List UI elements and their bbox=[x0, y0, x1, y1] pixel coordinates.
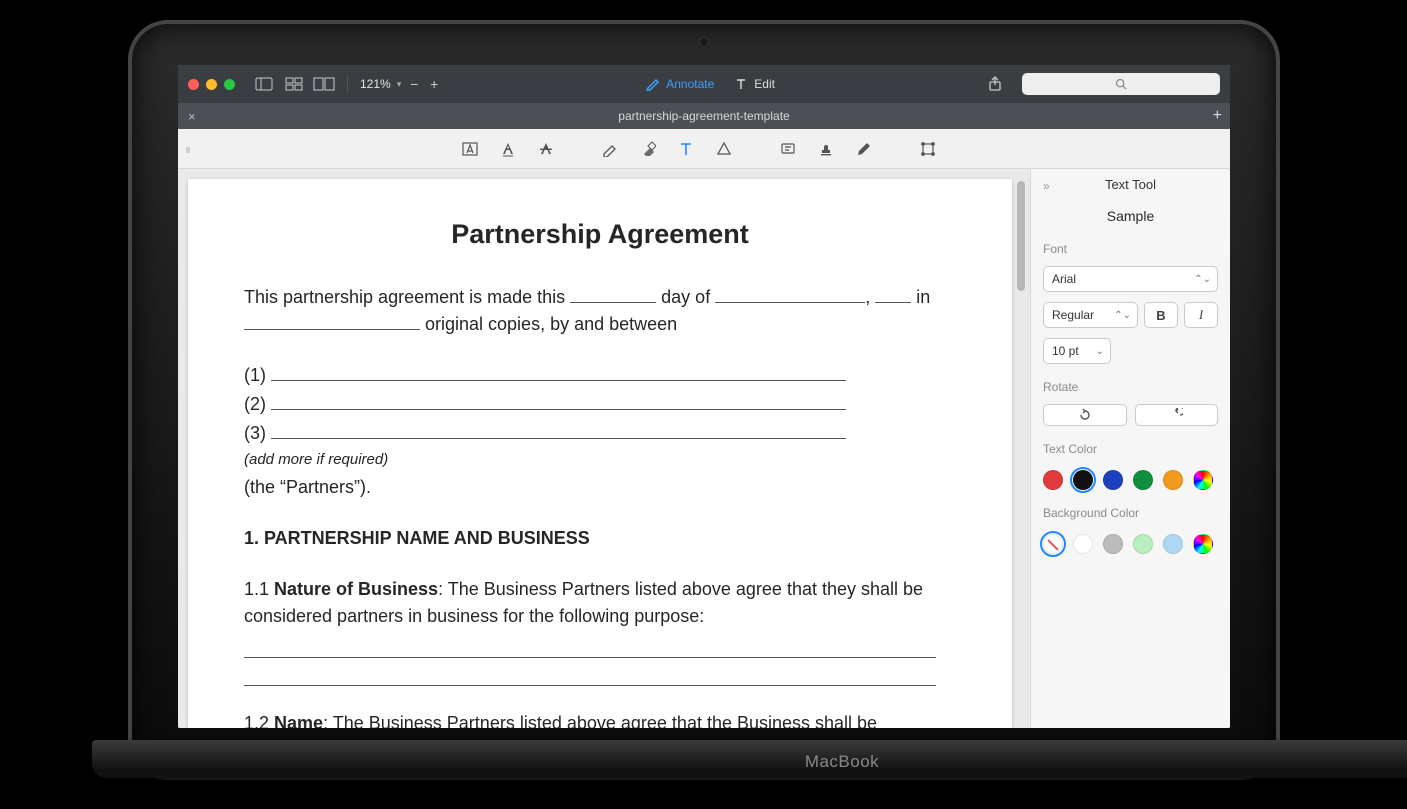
search-field[interactable] bbox=[1022, 73, 1220, 95]
rotate-ccw-button[interactable] bbox=[1043, 404, 1127, 426]
two-page-layout-icon[interactable] bbox=[313, 76, 335, 92]
background-color-swatches bbox=[1043, 534, 1218, 554]
color-swatch[interactable] bbox=[1073, 470, 1093, 490]
titlebar: 121% ▾ − + Annotate Edit bbox=[178, 65, 1230, 103]
zoom-value[interactable]: 121% bbox=[360, 77, 391, 91]
document-canvas[interactable]: Partnership Agreement This partnership a… bbox=[178, 169, 1030, 728]
background-color-label: Background Color bbox=[1043, 506, 1218, 520]
zoom-group: 121% ▾ − + bbox=[360, 76, 441, 92]
strikethrough-tool-icon[interactable] bbox=[534, 137, 558, 161]
selection-tool-icon[interactable] bbox=[916, 137, 940, 161]
color-swatch[interactable] bbox=[1193, 470, 1213, 490]
panel-sample: Sample bbox=[1043, 208, 1218, 224]
signature-tool-icon[interactable] bbox=[852, 137, 876, 161]
annotate-mode-button[interactable]: Annotate bbox=[646, 77, 714, 91]
font-size-value: 10 pt bbox=[1052, 344, 1079, 358]
thumbnails-toggle-icon[interactable] bbox=[283, 76, 305, 92]
tab-title[interactable]: partnership-agreement-template bbox=[618, 109, 789, 123]
eraser-tool-icon[interactable] bbox=[636, 137, 660, 161]
text-color-label: Text Color bbox=[1043, 442, 1218, 456]
doc-section1-heading: 1. PARTNERSHIP NAME AND BUSINESS bbox=[244, 525, 956, 552]
document-page: Partnership Agreement This partnership a… bbox=[188, 179, 1012, 728]
laptop-frame: 121% ▾ − + Annotate Edit bbox=[128, 20, 1280, 780]
scroll-hint bbox=[186, 147, 190, 153]
color-swatch[interactable] bbox=[1103, 534, 1123, 554]
pencil-tool-icon[interactable] bbox=[598, 137, 622, 161]
edit-label: Edit bbox=[754, 77, 775, 91]
note-tool-icon[interactable] bbox=[776, 137, 800, 161]
window-close-button[interactable] bbox=[188, 79, 199, 90]
chevron-updown-icon: ⌄ bbox=[1096, 346, 1104, 357]
window-minimize-button[interactable] bbox=[206, 79, 217, 90]
search-icon bbox=[1115, 78, 1127, 90]
chevron-down-icon[interactable]: ▾ bbox=[397, 79, 402, 90]
font-size-select[interactable]: 10 pt ⌄ bbox=[1043, 338, 1111, 364]
collapse-panel-icon[interactable]: » bbox=[1043, 179, 1050, 193]
app-window: 121% ▾ − + Annotate Edit bbox=[178, 65, 1230, 728]
doc-intro: This partnership agreement is made this … bbox=[244, 284, 956, 338]
stamp-tool-icon[interactable] bbox=[814, 137, 838, 161]
window-controls bbox=[188, 79, 235, 90]
annotate-label: Annotate bbox=[666, 77, 714, 91]
separator bbox=[347, 75, 348, 93]
zoom-in-button[interactable]: + bbox=[427, 76, 441, 92]
new-tab-button[interactable]: + bbox=[1213, 107, 1222, 125]
font-weight-select[interactable]: Regular ⌃⌄ bbox=[1043, 302, 1138, 328]
rotate-cw-icon bbox=[1169, 408, 1183, 422]
chevron-updown-icon: ⌃⌄ bbox=[1194, 274, 1211, 285]
bold-toggle-button[interactable]: B bbox=[1144, 302, 1178, 328]
vertical-scrollbar[interactable] bbox=[1016, 179, 1026, 718]
font-family-value: Arial bbox=[1052, 272, 1076, 286]
scroll-thumb[interactable] bbox=[1017, 181, 1025, 291]
color-swatch[interactable] bbox=[1133, 470, 1153, 490]
color-swatch[interactable] bbox=[1043, 470, 1063, 490]
rotate-label: Rotate bbox=[1043, 380, 1218, 394]
doc-list-1: (1) bbox=[244, 362, 956, 389]
font-style-tool-icon[interactable] bbox=[458, 137, 482, 161]
font-weight-value: Regular bbox=[1052, 308, 1094, 322]
doc-add-more: (add more if required) bbox=[244, 449, 956, 472]
main-area: Partnership Agreement This partnership a… bbox=[178, 169, 1230, 728]
font-label: Font bbox=[1043, 242, 1218, 256]
text-color-swatches bbox=[1043, 470, 1218, 490]
color-swatch[interactable] bbox=[1193, 534, 1213, 554]
shape-tool-icon[interactable] bbox=[712, 137, 736, 161]
sidebar-toggle-icon[interactable] bbox=[253, 76, 275, 92]
tab-close-button[interactable]: × bbox=[188, 109, 196, 124]
camera-dot bbox=[699, 37, 709, 47]
color-swatch[interactable] bbox=[1073, 534, 1093, 554]
editor-toolbar bbox=[178, 129, 1230, 169]
doc-section-1-1: 1.1 Nature of Business: The Business Par… bbox=[244, 576, 956, 630]
color-swatch[interactable] bbox=[1043, 534, 1063, 554]
blank-line bbox=[244, 664, 936, 686]
tab-bar: × partnership-agreement-template + bbox=[178, 103, 1230, 129]
device-label: MacBook bbox=[805, 752, 879, 772]
chevron-updown-icon: ⌃⌄ bbox=[1114, 310, 1131, 321]
text-tool-icon[interactable] bbox=[674, 137, 698, 161]
blank-line bbox=[244, 636, 936, 658]
underline-tool-icon[interactable] bbox=[496, 137, 520, 161]
doc-title: Partnership Agreement bbox=[244, 219, 956, 250]
rotate-ccw-icon bbox=[1078, 408, 1092, 422]
color-swatch[interactable] bbox=[1163, 470, 1183, 490]
edit-mode-button[interactable]: Edit bbox=[734, 77, 775, 91]
italic-toggle-button[interactable]: I bbox=[1184, 302, 1218, 328]
doc-list-2: (2) bbox=[244, 391, 956, 418]
zoom-out-button[interactable]: − bbox=[407, 76, 421, 92]
font-family-select[interactable]: Arial ⌃⌄ bbox=[1043, 266, 1218, 292]
doc-partners: (the “Partners”). bbox=[244, 474, 956, 501]
window-zoom-button[interactable] bbox=[224, 79, 235, 90]
panel-title: Text Tool bbox=[1043, 177, 1218, 192]
share-icon[interactable] bbox=[984, 76, 1006, 92]
doc-list-3: (3) bbox=[244, 420, 956, 447]
laptop-base: MacBook bbox=[92, 740, 1407, 778]
rotate-cw-button[interactable] bbox=[1135, 404, 1219, 426]
doc-section-1-2: 1.2 Name: The Business Partners listed a… bbox=[244, 710, 956, 729]
color-swatch[interactable] bbox=[1163, 534, 1183, 554]
color-swatch[interactable] bbox=[1133, 534, 1153, 554]
color-swatch[interactable] bbox=[1103, 470, 1123, 490]
inspector-panel: » Text Tool Sample Font Arial ⌃⌄ Regular… bbox=[1030, 169, 1230, 728]
